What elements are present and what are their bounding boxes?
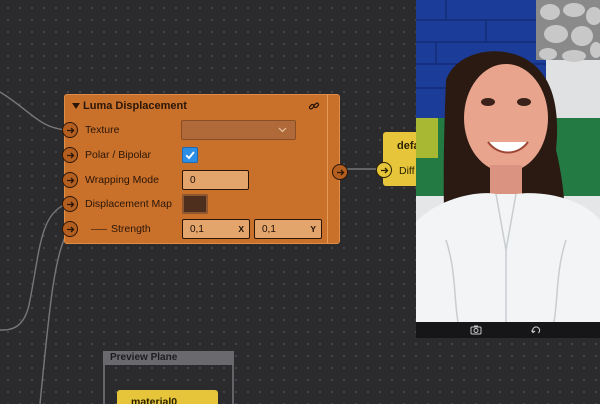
arrow-right-icon (336, 169, 344, 175)
wrapping-mode-label: Wrapping Mode (85, 174, 159, 186)
node-divider (327, 95, 328, 243)
row-displacement-map: Displacement Map (62, 193, 327, 215)
arrow-right-icon (66, 201, 74, 207)
material-node[interactable]: material0 (117, 390, 218, 404)
chevron-down-icon (278, 127, 287, 133)
y-axis-tag: Y (310, 224, 316, 234)
row-polar-bipolar: Polar / Bipolar (62, 144, 327, 166)
preview-plane-header[interactable]: Preview Plane (103, 351, 234, 365)
material-node-title: material0 (131, 396, 178, 404)
camera-capture-icon[interactable] (470, 324, 482, 336)
arrow-right-icon (66, 152, 74, 158)
wrapping-input-socket[interactable] (62, 172, 78, 188)
node-title: Luma Displacement (83, 100, 187, 112)
strength-label: Strength (111, 223, 151, 235)
strength-input-socket[interactable] (62, 221, 78, 237)
diffuse-label: Diff (399, 165, 415, 177)
rotate-icon[interactable] (530, 324, 542, 336)
row-strength: Strength 0,1 X 0,1 Y (62, 218, 327, 240)
node-header[interactable]: Luma Displacement (65, 95, 339, 117)
texture-input-socket[interactable] (62, 122, 78, 138)
strength-y-value: 0,1 (262, 224, 276, 235)
arrow-right-icon (66, 127, 74, 133)
polar-bipolar-label: Polar / Bipolar (85, 149, 151, 161)
x-axis-tag: X (238, 224, 244, 234)
polar-bipolar-checkbox[interactable] (182, 147, 198, 163)
row-wrapping-mode: Wrapping Mode 0 (62, 169, 327, 191)
strength-x-value: 0,1 (190, 224, 204, 235)
camera-preview[interactable] (416, 0, 600, 322)
checkmark-icon (185, 151, 195, 160)
displacement-map-label: Displacement Map (85, 198, 172, 210)
texture-label: Texture (85, 124, 120, 136)
wire-texture (0, 91, 71, 131)
displacement-input-socket[interactable] (62, 196, 78, 212)
luma-displacement-node[interactable]: Luma Displacement Texture Polar / Bipola… (62, 94, 348, 244)
strength-y-field[interactable]: 0,1 Y (254, 219, 322, 239)
diffuse-input-socket[interactable] (376, 162, 392, 178)
preview-plane-title: Preview Plane (110, 352, 178, 363)
preview-toolbar (416, 322, 600, 338)
displacement-map-swatch[interactable] (182, 194, 208, 214)
wire-strength (39, 227, 71, 404)
wrapping-mode-field[interactable]: 0 (182, 170, 249, 190)
arrow-right-icon (66, 177, 74, 183)
camera-preview-image (416, 0, 600, 322)
wire-displacement-map (0, 202, 71, 331)
output-socket[interactable] (332, 164, 348, 180)
arrow-right-icon (380, 167, 388, 173)
polar-input-socket[interactable] (62, 147, 78, 163)
texture-dropdown[interactable] (181, 120, 296, 140)
link-icon[interactable] (307, 99, 321, 113)
tree-connector (91, 229, 107, 230)
collapse-arrow-icon[interactable] (72, 103, 80, 109)
arrow-right-icon (66, 226, 74, 232)
strength-x-field[interactable]: 0,1 X (182, 219, 250, 239)
row-texture: Texture (62, 119, 327, 141)
